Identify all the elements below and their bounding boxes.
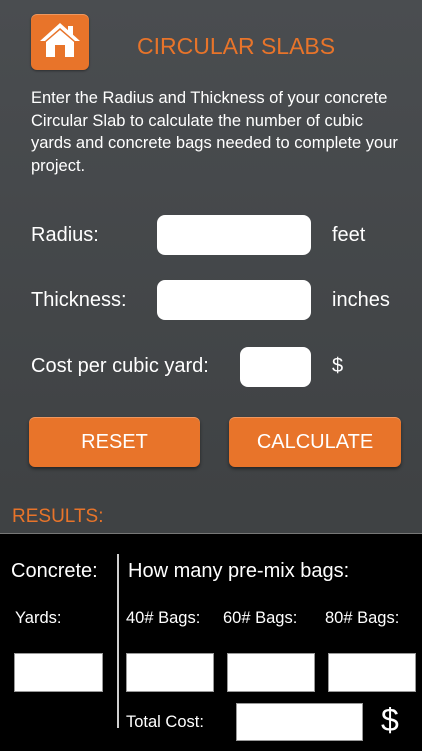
concrete-label: Concrete: [11,560,98,582]
home-icon [38,20,82,65]
cost-unit: $ [332,355,344,377]
bag80-label: 80# Bags: [325,609,400,627]
currency-symbol: $ [381,702,399,738]
cost-input[interactable] [240,347,311,387]
calculate-button[interactable]: CALCULATE [229,417,401,467]
radius-input[interactable] [157,215,311,255]
bag80-output [328,653,416,692]
radius-unit: feet [332,224,366,246]
bag60-output [227,653,315,692]
intro-text: Enter the Radius and Thickness of your c… [31,89,398,175]
thickness-label: Thickness: [31,289,127,311]
yards-label: Yards: [15,609,62,627]
home-button[interactable] [31,14,89,70]
radius-label: Radius: [31,224,99,246]
bag40-label: 40# Bags: [126,609,201,627]
total-cost-output [236,703,363,741]
total-cost-label: Total Cost: [126,713,204,731]
bag40-output [126,653,214,692]
bags-heading: How many pre-mix bags: [128,560,350,582]
bag60-label: 60# Bags: [223,609,298,627]
yards-output [14,653,103,692]
thickness-input[interactable] [157,280,311,320]
results-divider [117,554,119,728]
reset-button[interactable]: RESET [29,417,200,467]
results-title: RESULTS: [12,506,104,527]
cost-label: Cost per cubic yard: [31,355,209,377]
page-title: CIRCULAR SLABS [137,33,336,59]
thickness-unit: inches [332,289,390,311]
